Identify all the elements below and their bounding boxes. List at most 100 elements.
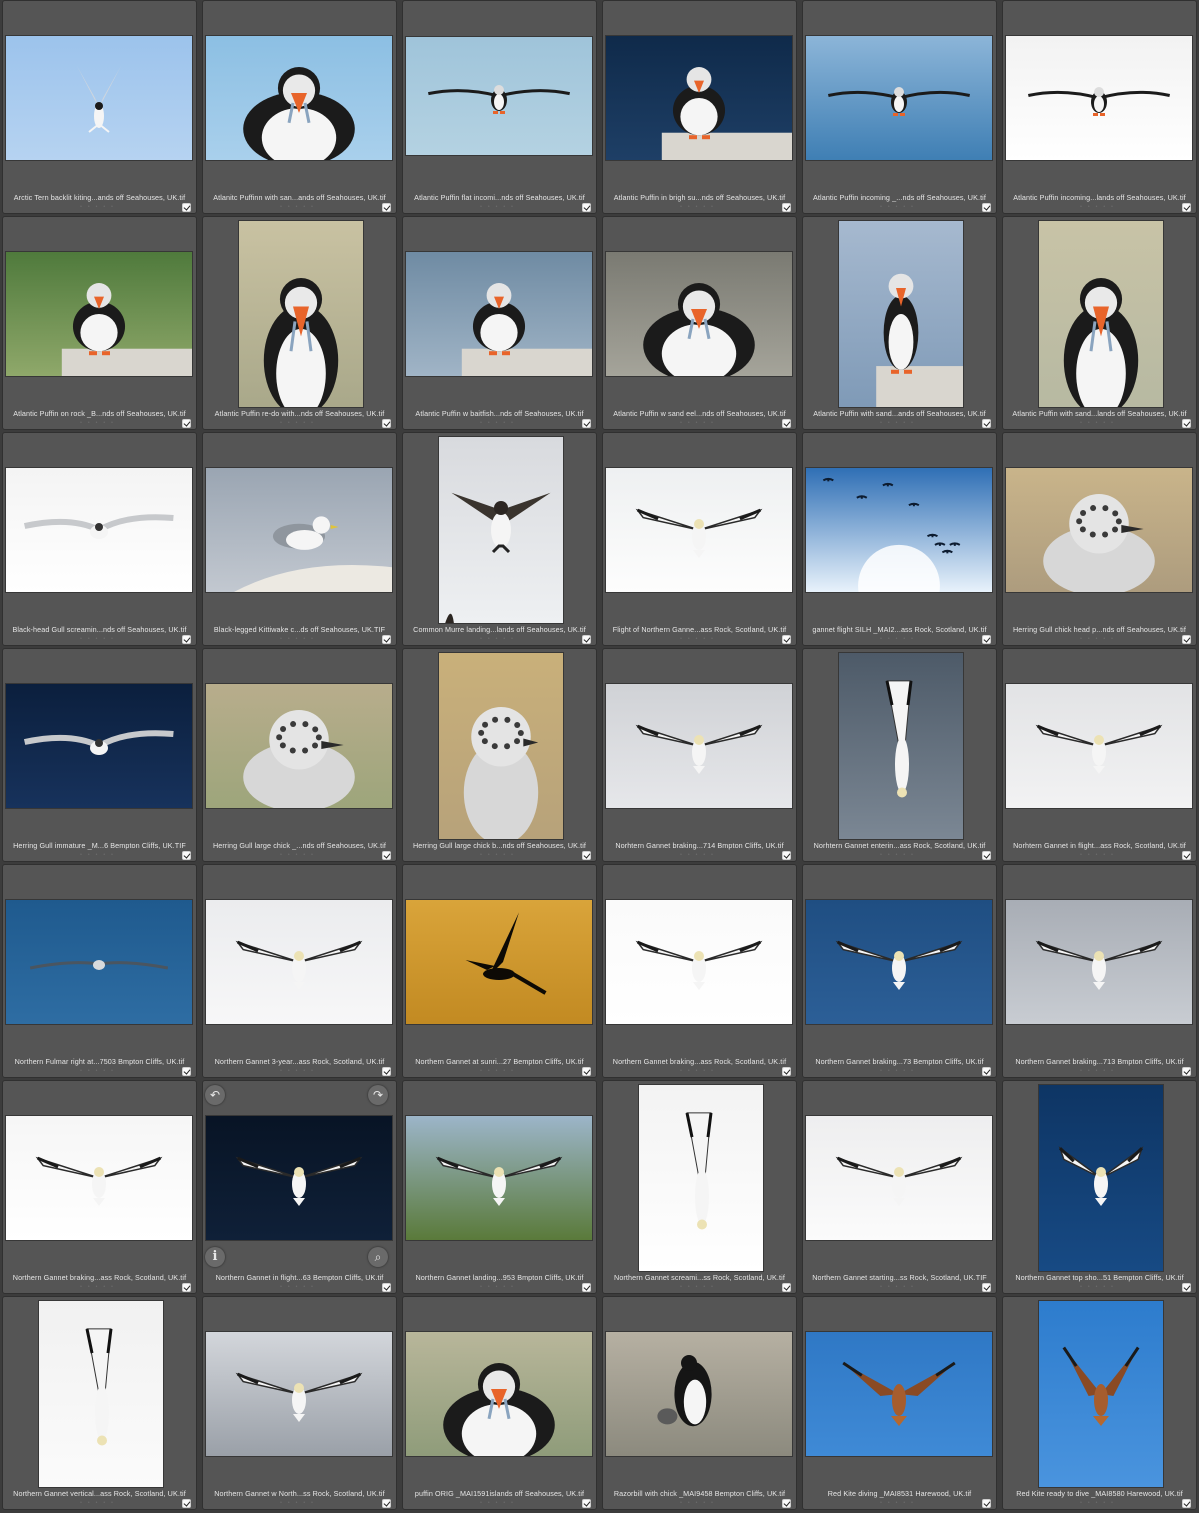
thumbnail-cell[interactable]: Herring Gull chick head p...nds off Seah… <box>1002 432 1197 646</box>
rating-stars[interactable]: ••••• <box>203 1284 396 1290</box>
include-checkbox[interactable] <box>1182 635 1191 644</box>
thumbnail-cell[interactable]: Razorbill with chick _MAI9458 Bempton Cl… <box>602 1296 797 1510</box>
thumbnail-cell[interactable]: Norhtern Gannet braking...714 Bmpton Cli… <box>602 648 797 862</box>
thumbnail-cell[interactable]: Northern Gannet at sunri...27 Bempton Cl… <box>402 864 597 1078</box>
thumbnail-cell[interactable]: Northern Gannet braking...ass Rock, Scot… <box>2 1080 197 1294</box>
rating-stars[interactable]: ••••• <box>403 1284 596 1290</box>
thumbnail-image[interactable] <box>606 900 792 1024</box>
include-checkbox[interactable] <box>582 203 591 212</box>
rating-stars[interactable]: ••••• <box>203 636 396 642</box>
thumbnail-cell[interactable]: Flight of Northern Ganne...ass Rock, Sco… <box>602 432 797 646</box>
thumbnail-cell[interactable]: Atlantic Puffin flat incomi...nds off Se… <box>402 0 597 214</box>
thumbnail-cell[interactable]: Norhtern Gannet in flight...ass Rock, Sc… <box>1002 648 1197 862</box>
include-checkbox[interactable] <box>582 1067 591 1076</box>
thumbnail-image[interactable] <box>606 252 792 376</box>
thumbnail-cell[interactable]: Norhtern Gannet enterin...ass Rock, Scot… <box>802 648 997 862</box>
include-checkbox[interactable] <box>182 1067 191 1076</box>
rating-stars[interactable]: ••••• <box>403 420 596 426</box>
include-checkbox[interactable] <box>1182 851 1191 860</box>
thumbnail-image[interactable] <box>606 684 792 808</box>
thumbnail-image[interactable] <box>838 221 963 407</box>
thumbnail-cell[interactable]: Herring Gull large chick b...nds off Sea… <box>402 648 597 862</box>
thumbnail-image[interactable] <box>1006 36 1192 160</box>
magnifier-icon[interactable]: ⌕ <box>368 1247 388 1267</box>
thumbnail-cell[interactable]: Atlantic Puffin re-do with...nds off Sea… <box>202 216 397 430</box>
rating-stars[interactable]: ••••• <box>403 1500 596 1506</box>
thumbnail-cell[interactable]: Black-head Gull screamin...nds off Seaho… <box>2 432 197 646</box>
thumbnail-image[interactable] <box>1038 221 1163 407</box>
thumbnail-cell[interactable]: Black-legged Kittiwake c...ds off Seahou… <box>202 432 397 646</box>
thumbnail-image[interactable] <box>206 1332 392 1456</box>
thumbnail-cell[interactable]: Atlantic Puffin w baitfish...nds off Sea… <box>402 216 597 430</box>
rating-stars[interactable]: ••••• <box>803 1068 996 1074</box>
thumbnail-image[interactable] <box>806 1332 992 1456</box>
rating-stars[interactable]: ••••• <box>3 1500 196 1506</box>
thumbnail-image[interactable] <box>406 900 592 1024</box>
thumbnail-cell[interactable]: Herring Gull immature _M...6 Bempton Cli… <box>2 648 197 862</box>
thumbnail-cell[interactable]: gannet flight SILH _MAI2...ass Rock, Sco… <box>802 432 997 646</box>
include-checkbox[interactable] <box>1182 419 1191 428</box>
rating-stars[interactable]: ••••• <box>1003 852 1196 858</box>
thumbnail-image[interactable] <box>606 1332 792 1456</box>
include-checkbox[interactable] <box>1182 1283 1191 1292</box>
include-checkbox[interactable] <box>1182 203 1191 212</box>
rating-stars[interactable]: ••••• <box>403 636 596 642</box>
thumbnail-image[interactable] <box>606 468 792 592</box>
thumbnail-cell[interactable]: Northern Gannet w North...ss Rock, Scotl… <box>202 1296 397 1510</box>
rating-stars[interactable]: ••••• <box>603 852 796 858</box>
thumbnail-image[interactable] <box>838 653 963 839</box>
thumbnail-cell[interactable]: Northern Gannet braking...ass Rock, Scot… <box>602 864 797 1078</box>
rating-stars[interactable]: ••••• <box>3 852 196 858</box>
include-checkbox[interactable] <box>382 851 391 860</box>
thumbnail-image[interactable] <box>6 252 192 376</box>
rating-stars[interactable]: ••••• <box>3 1068 196 1074</box>
thumbnail-image[interactable] <box>606 36 792 160</box>
include-checkbox[interactable] <box>582 419 591 428</box>
thumbnail-image[interactable] <box>1006 684 1192 808</box>
include-checkbox[interactable] <box>982 419 991 428</box>
thumbnail-image[interactable] <box>438 437 563 623</box>
thumbnail-image[interactable] <box>638 1085 763 1271</box>
thumbnail-image[interactable] <box>806 900 992 1024</box>
thumbnail-cell[interactable]: puffin ORIG _MAI1591islands off Seahouse… <box>402 1296 597 1510</box>
include-checkbox[interactable] <box>582 1499 591 1508</box>
thumbnail-image[interactable] <box>206 684 392 808</box>
rating-stars[interactable]: ••••• <box>3 420 196 426</box>
thumbnail-cell[interactable]: Northern Gannet braking...73 Bempton Cli… <box>802 864 997 1078</box>
rating-stars[interactable]: ••••• <box>603 420 796 426</box>
thumbnail-cell[interactable]: Atlantic Puffin w sand eel...nds off Sea… <box>602 216 797 430</box>
thumbnail-cell[interactable]: Northern Gannet starting...ss Rock, Scot… <box>802 1080 997 1294</box>
rating-stars[interactable]: ••••• <box>603 204 796 210</box>
thumbnail-cell[interactable]: Red Kite diving _MAI8531 Harewood, UK.ti… <box>802 1296 997 1510</box>
rating-stars[interactable]: ••••• <box>803 420 996 426</box>
rotate-left-icon[interactable]: ↶ <box>205 1085 225 1105</box>
thumbnail-cell[interactable]: Arctic Tern backlit kiting...ands off Se… <box>2 0 197 214</box>
rating-stars[interactable]: ••••• <box>403 1068 596 1074</box>
include-checkbox[interactable] <box>782 1283 791 1292</box>
thumbnail-cell[interactable]: Northern Gannet in flight...63 Bempton C… <box>202 1080 397 1294</box>
rating-stars[interactable]: ••••• <box>3 204 196 210</box>
thumbnail-image[interactable] <box>206 36 392 160</box>
rating-stars[interactable]: ••••• <box>803 1500 996 1506</box>
include-checkbox[interactable] <box>382 1499 391 1508</box>
include-checkbox[interactable] <box>982 203 991 212</box>
thumbnail-cell[interactable]: Atlantic Puffin incoming _...nds off Sea… <box>802 0 997 214</box>
rating-stars[interactable]: ••••• <box>203 852 396 858</box>
thumbnail-image[interactable] <box>406 37 592 155</box>
thumbnail-cell[interactable]: Northern Gannet landing...953 Bmpton Cli… <box>402 1080 597 1294</box>
include-checkbox[interactable] <box>782 1067 791 1076</box>
rating-stars[interactable]: ••••• <box>803 852 996 858</box>
include-checkbox[interactable] <box>782 851 791 860</box>
thumbnail-cell[interactable]: Herring Gull large chick _...nds off Sea… <box>202 648 397 862</box>
rating-stars[interactable]: ••••• <box>603 1284 796 1290</box>
thumbnail-image[interactable] <box>6 1116 192 1240</box>
rating-stars[interactable]: ••••• <box>3 1284 196 1290</box>
include-checkbox[interactable] <box>982 851 991 860</box>
include-checkbox[interactable] <box>782 1499 791 1508</box>
thumbnail-cell[interactable]: Atlantic Puffin with sand...lands off Se… <box>1002 216 1197 430</box>
thumbnail-cell[interactable]: Northern Gannet top sho...51 Bempton Cli… <box>1002 1080 1197 1294</box>
thumbnail-cell[interactable]: Atlantic Puffin on rock _B...nds off Sea… <box>2 216 197 430</box>
include-checkbox[interactable] <box>382 203 391 212</box>
rating-stars[interactable]: ••••• <box>603 636 796 642</box>
rating-stars[interactable]: ••••• <box>1003 636 1196 642</box>
